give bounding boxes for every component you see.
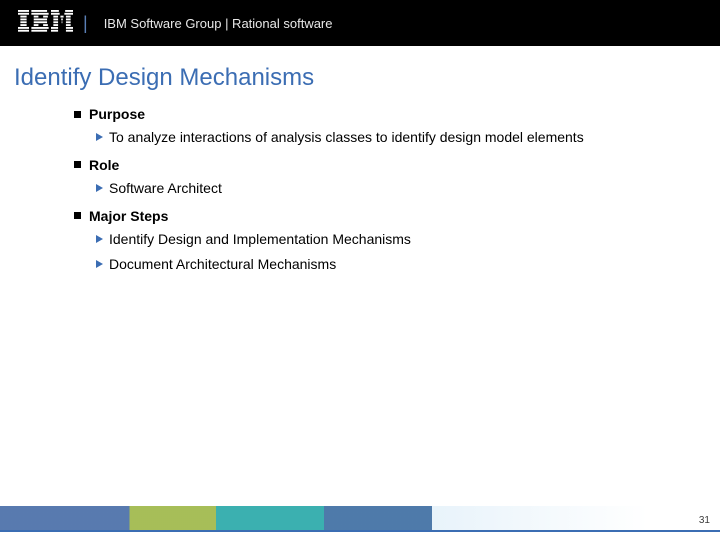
section-major-steps: Major Steps Identify Design and Implemen… — [74, 208, 690, 274]
header-text: IBM Software Group | Rational software — [104, 16, 333, 31]
slide: | IBM Software Group | Rational software… — [0, 0, 720, 540]
ibm-logo-icon — [18, 10, 73, 37]
list-item-text: Identify Design and Implementation Mecha… — [109, 230, 411, 249]
arrow-bullet-icon — [96, 235, 103, 243]
arrow-bullet-icon — [96, 260, 103, 268]
header-divider-icon: | — [83, 13, 88, 34]
square-bullet-icon — [74, 111, 81, 118]
section-heading-text: Major Steps — [89, 208, 168, 224]
section-purpose: Purpose To analyze interactions of analy… — [74, 106, 690, 147]
section-role: Role Software Architect — [74, 157, 690, 198]
footer: 31 — [0, 506, 720, 540]
square-bullet-icon — [74, 161, 81, 168]
page-number: 31 — [699, 515, 710, 526]
list-item: Identify Design and Implementation Mecha… — [96, 230, 690, 249]
list-item-text: To analyze interactions of analysis clas… — [109, 128, 584, 147]
section-heading-text: Role — [89, 157, 119, 173]
list-item: To analyze interactions of analysis clas… — [96, 128, 690, 147]
arrow-bullet-icon — [96, 133, 103, 141]
footer-decorative-strip — [0, 506, 720, 530]
section-heading: Role — [74, 157, 690, 173]
list-item: Document Architectural Mechanisms — [96, 255, 690, 274]
section-heading: Purpose — [74, 106, 690, 122]
header-bar: | IBM Software Group | Rational software — [0, 0, 720, 46]
footer-underline — [0, 530, 720, 532]
square-bullet-icon — [74, 212, 81, 219]
arrow-bullet-icon — [96, 184, 103, 192]
list-item: Software Architect — [96, 179, 690, 198]
list-item-text: Document Architectural Mechanisms — [109, 255, 336, 274]
list-item-text: Software Architect — [109, 179, 222, 198]
slide-title: Identify Design Mechanisms — [0, 46, 720, 106]
section-heading-text: Purpose — [89, 106, 145, 122]
section-heading: Major Steps — [74, 208, 690, 224]
slide-body: Purpose To analyze interactions of analy… — [0, 106, 720, 274]
